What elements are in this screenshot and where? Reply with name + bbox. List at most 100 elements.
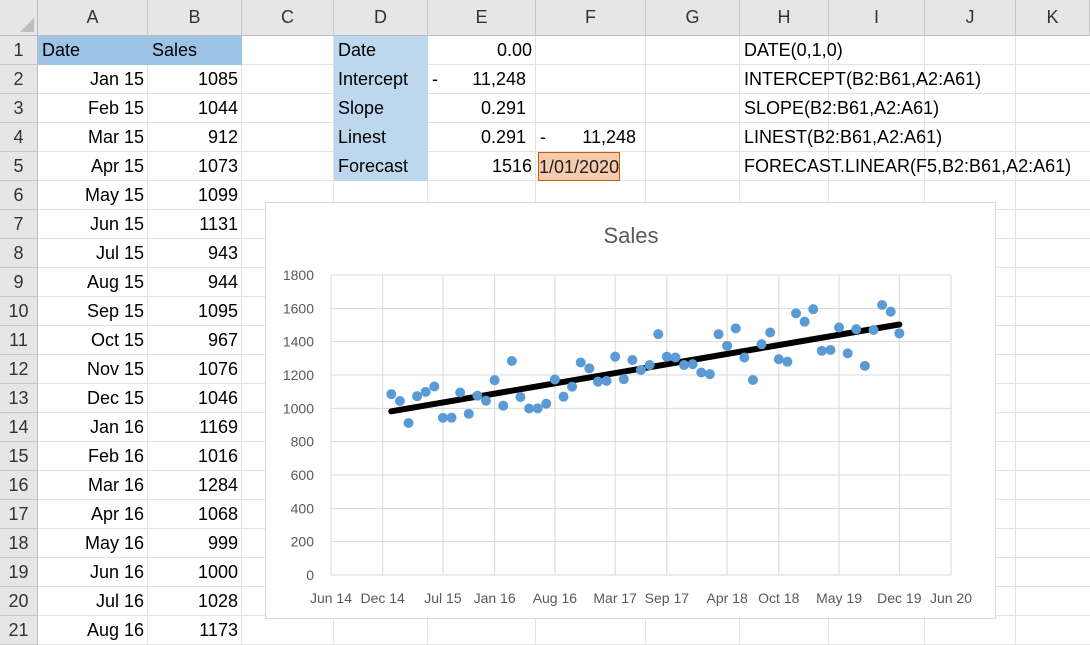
stat-label-cell[interactable]: Linest [334, 123, 428, 152]
column-header-a[interactable]: A [38, 0, 148, 36]
date-cell[interactable]: Feb 16 [38, 442, 148, 471]
sales-cell[interactable]: 1028 [148, 587, 242, 616]
stat-label-cell[interactable]: Intercept [334, 65, 428, 94]
y-tick-label: 1600 [283, 300, 314, 316]
date-cell[interactable]: Jul 15 [38, 239, 148, 268]
date-cell[interactable]: Apr 16 [38, 500, 148, 529]
sales-cell[interactable]: 1073 [148, 152, 242, 181]
y-tick-label: 400 [291, 500, 315, 516]
row-header-12[interactable]: 12 [0, 355, 38, 384]
column-header-b[interactable]: B [148, 0, 242, 36]
row-header-6[interactable]: 6 [0, 181, 38, 210]
sales-cell[interactable]: 999 [148, 529, 242, 558]
data-point [437, 412, 448, 423]
row-header-7[interactable]: 7 [0, 210, 38, 239]
data-point [481, 395, 491, 406]
row-header-8[interactable]: 8 [0, 239, 38, 268]
row-header-18[interactable]: 18 [0, 529, 38, 558]
header-date-cell[interactable]: Date [38, 36, 148, 65]
column-header-h[interactable]: H [740, 0, 829, 36]
date-cell[interactable]: Sep 15 [38, 297, 148, 326]
row-header-11[interactable]: 11 [0, 326, 38, 355]
sales-cell[interactable]: 944 [148, 268, 242, 297]
date-cell[interactable]: Jan 16 [38, 413, 148, 442]
row-header-10[interactable]: 10 [0, 297, 38, 326]
date-cell[interactable]: Jul 16 [38, 587, 148, 616]
sales-cell[interactable]: 943 [148, 239, 242, 268]
date-cell[interactable]: Jan 15 [38, 65, 148, 94]
column-header-c[interactable]: C [242, 0, 334, 36]
sales-cell[interactable]: 1044 [148, 94, 242, 123]
spreadsheet[interactable]: ABCDEFGHIJK 1 2 3 4 5 6 7 8 9 10 11 12 13 14 15 16 17 18 1… [0, 0, 1090, 645]
sales-cell[interactable]: 1099 [148, 181, 242, 210]
sales-cell[interactable]: 1085 [148, 65, 242, 94]
date-cell[interactable]: Mar 16 [38, 471, 148, 500]
column-header-g[interactable]: G [646, 0, 740, 36]
sales-chart[interactable]: Sales 0 200 400 600 800 1000 1200 1400 1600 1800 Ju… [265, 202, 996, 619]
row-header-5[interactable]: 5 [0, 152, 38, 181]
formula-text-cell[interactable]: SLOPE(B2:B61,A2:A61) [740, 94, 939, 123]
stat-value-cell[interactable]: 0.291 [428, 94, 536, 123]
sales-cell[interactable]: 1284 [148, 471, 242, 500]
sales-cell[interactable]: 1046 [148, 384, 242, 413]
column-header-e[interactable]: E [428, 0, 536, 36]
row-header-16[interactable]: 16 [0, 471, 38, 500]
stat-label-cell[interactable]: Date [334, 36, 428, 65]
date-cell[interactable]: Jun 15 [38, 210, 148, 239]
linest-f-value-cell[interactable]: 11,248 [536, 123, 646, 152]
stat-value-cell[interactable]: 0.291 [428, 123, 536, 152]
row-header-9[interactable]: 9 [0, 268, 38, 297]
date-cell[interactable]: Apr 15 [38, 152, 148, 181]
sales-cell[interactable]: 1169 [148, 413, 242, 442]
sales-cell[interactable]: 967 [148, 326, 242, 355]
date-cell[interactable]: Jun 16 [38, 558, 148, 587]
row-header-20[interactable]: 20 [0, 587, 38, 616]
row-header-14[interactable]: 14 [0, 413, 38, 442]
column-header-i[interactable]: I [829, 0, 925, 36]
y-tick-label: 800 [291, 434, 315, 450]
data-point [575, 357, 586, 368]
column-header-d[interactable]: D [334, 0, 428, 36]
select-all-corner[interactable] [0, 0, 38, 36]
row-header-19[interactable]: 19 [0, 558, 38, 587]
sales-cell[interactable]: 912 [148, 123, 242, 152]
date-cell[interactable]: Feb 15 [38, 94, 148, 123]
formula-text-cell[interactable]: INTERCEPT(B2:B61,A2:A61) [740, 65, 981, 94]
row-header-21[interactable]: 21 [0, 616, 38, 645]
column-header-k[interactable]: K [1016, 0, 1090, 36]
date-cell[interactable]: Mar 15 [38, 123, 148, 152]
row-header-3[interactable]: 3 [0, 94, 38, 123]
header-sales-cell[interactable]: Sales [148, 36, 242, 65]
date-cell[interactable]: Nov 15 [38, 355, 148, 384]
stat-label-cell[interactable]: Forecast [334, 152, 428, 181]
formula-text-cell[interactable]: FORECAST.LINEAR(F5,B2:B61,A2:A61) [740, 152, 1071, 181]
sales-cell[interactable]: 1000 [148, 558, 242, 587]
forecast-date-cell[interactable]: 1/01/2020 [538, 152, 621, 181]
stat-value-cell[interactable]: 1516 [428, 152, 536, 181]
date-cell[interactable]: Aug 16 [38, 616, 148, 645]
row-header-17[interactable]: 17 [0, 500, 38, 529]
stat-value-cell[interactable]: 0.00 [428, 36, 536, 65]
formula-text-cell[interactable]: LINEST(B2:B61,A2:A61) [740, 123, 942, 152]
date-cell[interactable]: May 15 [38, 181, 148, 210]
date-cell[interactable]: May 16 [38, 529, 148, 558]
row-header-2[interactable]: 2 [0, 65, 38, 94]
stat-label-cell[interactable]: Slope [334, 94, 428, 123]
date-cell[interactable]: Aug 15 [38, 268, 148, 297]
x-tick-label: Jan 16 [474, 590, 516, 606]
row-header-15[interactable]: 15 [0, 442, 38, 471]
formula-text-cell[interactable]: DATE(0,1,0) [740, 36, 843, 65]
sales-cell[interactable]: 1068 [148, 500, 242, 529]
column-header-f[interactable]: F [536, 0, 646, 36]
date-cell[interactable]: Oct 15 [38, 326, 148, 355]
row-header-4[interactable]: 4 [0, 123, 38, 152]
date-cell[interactable]: Dec 15 [38, 384, 148, 413]
sales-cell[interactable]: 1076 [148, 355, 242, 384]
sales-cell[interactable]: 1173 [148, 616, 242, 645]
sales-cell[interactable]: 1131 [148, 210, 242, 239]
row-header-1[interactable]: 1 [0, 36, 38, 65]
column-header-j[interactable]: J [925, 0, 1016, 36]
row-header-13[interactable]: 13 [0, 384, 38, 413]
sales-cell[interactable]: 1016 [148, 442, 242, 471]
sales-cell[interactable]: 1095 [148, 297, 242, 326]
